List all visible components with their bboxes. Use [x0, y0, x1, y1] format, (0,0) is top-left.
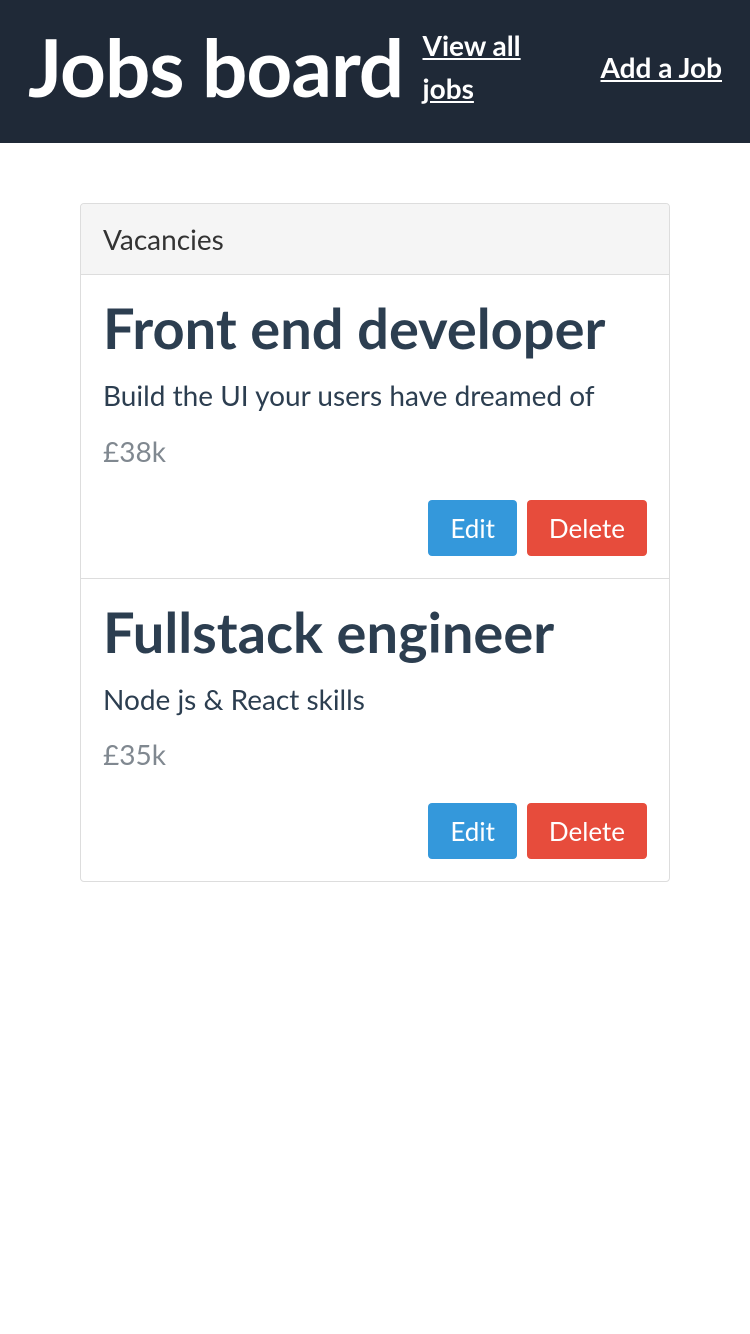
- job-title: Front end developer: [103, 297, 647, 359]
- job-actions: Edit Delete: [103, 500, 647, 556]
- view-all-jobs-link[interactable]: View all jobs: [423, 24, 553, 111]
- main-container: Vacancies Front end developer Build the …: [0, 143, 750, 943]
- delete-button[interactable]: Delete: [527, 803, 647, 859]
- job-actions: Edit Delete: [103, 803, 647, 859]
- header: Jobs board View all jobs Add a Job: [0, 0, 750, 143]
- job-salary: £38k: [103, 434, 647, 468]
- edit-button[interactable]: Edit: [428, 803, 517, 859]
- panel-heading: Vacancies: [81, 204, 669, 275]
- job-title: Fullstack engineer: [103, 601, 647, 663]
- job-description: Node js & React skills: [103, 680, 647, 719]
- job-description: Build the UI your users have dreamed of: [103, 376, 647, 415]
- page-title: Jobs board: [28, 25, 403, 109]
- add-job-link[interactable]: Add a Job: [601, 46, 723, 89]
- job-salary: £35k: [103, 737, 647, 771]
- delete-button[interactable]: Delete: [527, 500, 647, 556]
- vacancies-panel: Vacancies Front end developer Build the …: [80, 203, 670, 883]
- job-card: Front end developer Build the UI your us…: [81, 275, 669, 579]
- job-card: Fullstack engineer Node js & React skill…: [81, 579, 669, 882]
- header-nav: View all jobs Add a Job: [423, 24, 723, 111]
- edit-button[interactable]: Edit: [428, 500, 517, 556]
